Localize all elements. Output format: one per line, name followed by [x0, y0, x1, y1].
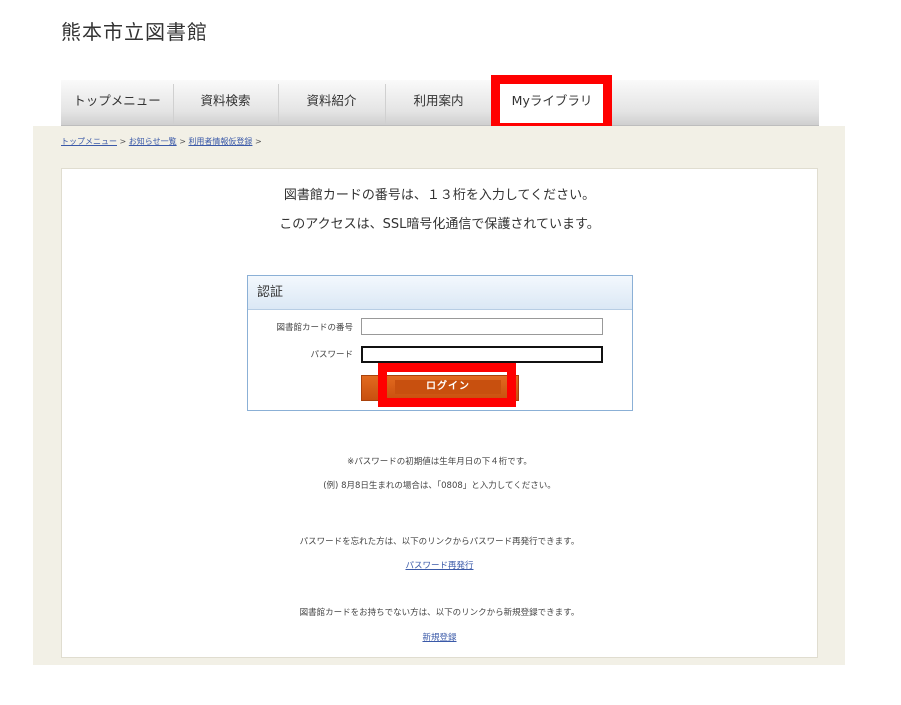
page: 熊本市立図書館 トップメニュー 資料検索 資料紹介 利用案内 Myライブラリ ト… [0, 0, 901, 705]
forgot-password-note: パスワードを忘れた方は、以下のリンクからパスワード再発行できます。 [299, 537, 580, 547]
site-title: 熊本市立図書館 [61, 20, 208, 44]
intro-ssl-notice: このアクセスは、SSL暗号化通信で保護されています。 [279, 217, 600, 232]
password-initial-note: ※パスワードの初期値は生年月日の下４桁です。 [347, 457, 532, 467]
breadcrumb-separator: > [179, 137, 186, 146]
breadcrumb-link-news[interactable]: お知らせ一覧 [129, 137, 177, 146]
register-note: 図書館カードをお持ちでない方は、以下のリンクから新規登録できます。 [299, 608, 580, 618]
main-nav: トップメニュー 資料検索 資料紹介 利用案内 Myライブラリ [61, 80, 819, 126]
breadcrumb-link-top-menu[interactable]: トップメニュー [61, 137, 117, 146]
card-number-label: 図書館カードの番号 [276, 323, 353, 333]
login-button[interactable] [361, 375, 519, 401]
password-label: パスワード [310, 350, 353, 360]
breadcrumb-separator: > [119, 137, 127, 146]
breadcrumb: トップメニュー > お知らせ一覧 > 利用者情報仮登録 > [61, 136, 262, 147]
reissue-password-link[interactable]: パスワード再発行 [62, 559, 817, 571]
content-panel: 図書館カードの番号は、１３桁を入力してください。 このアクセスは、SSL暗号化通… [61, 168, 818, 658]
password-input[interactable] [361, 346, 603, 363]
card-number-input[interactable] [361, 318, 603, 335]
nav-item-guide[interactable]: 利用案内 [385, 80, 492, 125]
new-registration-link[interactable]: 新規登録 [62, 631, 817, 643]
intro-card-number: 図書館カードの番号は、１３桁を入力してください。 [283, 188, 596, 203]
nav-item-materials[interactable]: 資料紹介 [278, 80, 385, 125]
password-example-note: (例) 8月8日生まれの場合は、「0808」と入力してください。 [323, 481, 556, 491]
nav-item-search[interactable]: 資料検索 [173, 80, 278, 125]
nav-item-top-menu[interactable]: トップメニュー [61, 80, 173, 125]
nav-item-my-library[interactable]: Myライブラリ [500, 80, 604, 125]
login-heading: 認証 [248, 276, 632, 310]
breadcrumb-separator: > [254, 137, 262, 146]
breadcrumb-link-registration[interactable]: 利用者情報仮登録 [188, 137, 252, 146]
